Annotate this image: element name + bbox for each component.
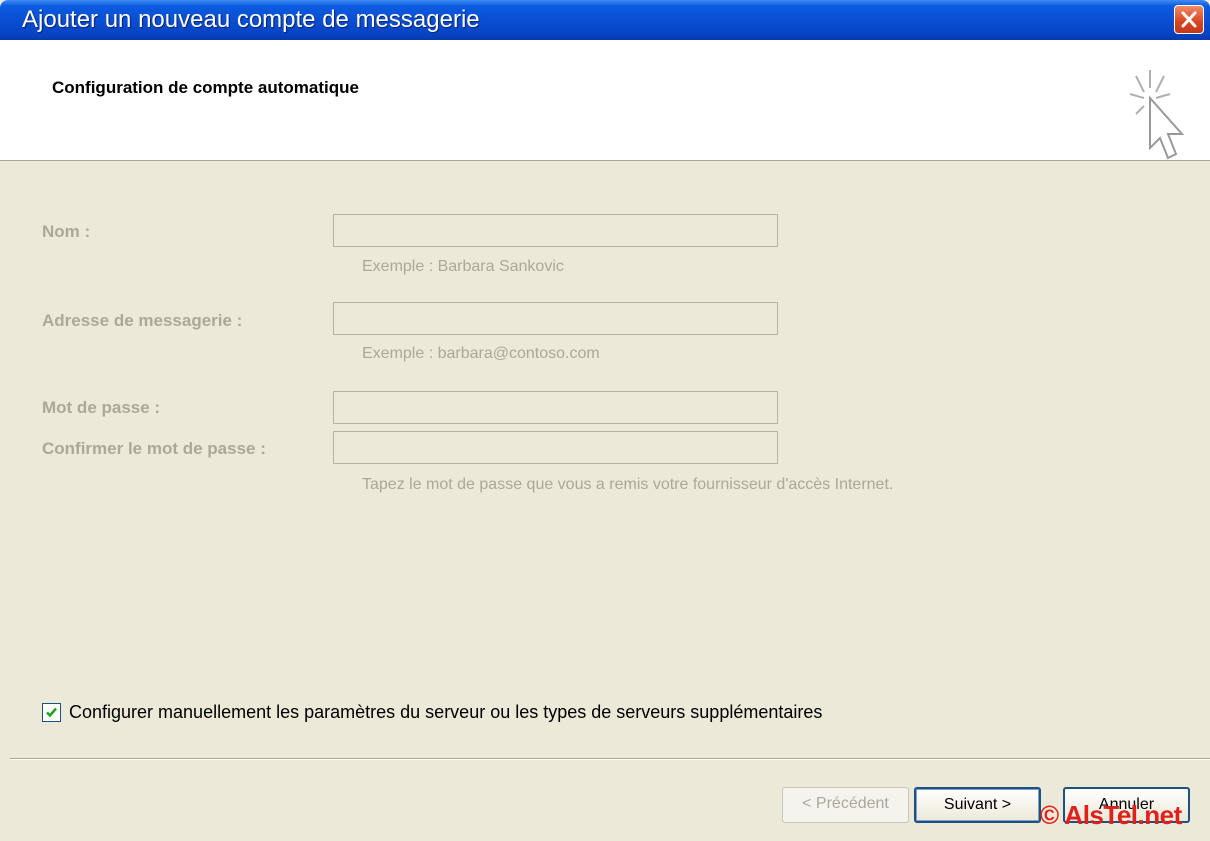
previous-button[interactable]: < Précédent <box>782 787 909 823</box>
email-field[interactable] <box>333 302 778 335</box>
password-hint: Tapez le mot de passe que vous a remis v… <box>362 476 894 493</box>
email-label: Adresse de messagerie : <box>42 311 243 330</box>
name-label: Nom : <box>42 222 91 241</box>
close-icon <box>1181 11 1197 28</box>
checkmark-icon <box>46 707 57 718</box>
name-hint: Exemple : Barbara Sankovic <box>362 258 564 275</box>
window-title: Ajouter un nouveau compte de messagerie <box>22 6 480 33</box>
footer-divider <box>10 758 1210 760</box>
confirm-password-field[interactable] <box>333 431 778 464</box>
confirm-password-label: Confirmer le mot de passe : <box>42 439 266 458</box>
title-bar[interactable]: Ajouter un nouveau compte de messagerie <box>0 0 1210 40</box>
wizard-cursor-icon <box>1129 70 1185 160</box>
wizard-header: Configuration de compte automatique <box>0 40 1210 161</box>
page-title: Configuration de compte automatique <box>52 78 359 97</box>
password-label: Mot de passe : <box>42 398 161 417</box>
name-field[interactable] <box>333 214 778 247</box>
close-button[interactable] <box>1174 5 1204 34</box>
manual-config-label[interactable]: Configurer manuellement les paramètres d… <box>69 702 822 723</box>
password-field[interactable] <box>333 391 778 424</box>
manual-config-checkbox[interactable] <box>42 703 61 722</box>
email-hint: Exemple : barbara@contoso.com <box>362 345 600 362</box>
next-button[interactable]: Suivant > <box>914 787 1041 823</box>
watermark: © AlsTel.net <box>1040 800 1182 830</box>
